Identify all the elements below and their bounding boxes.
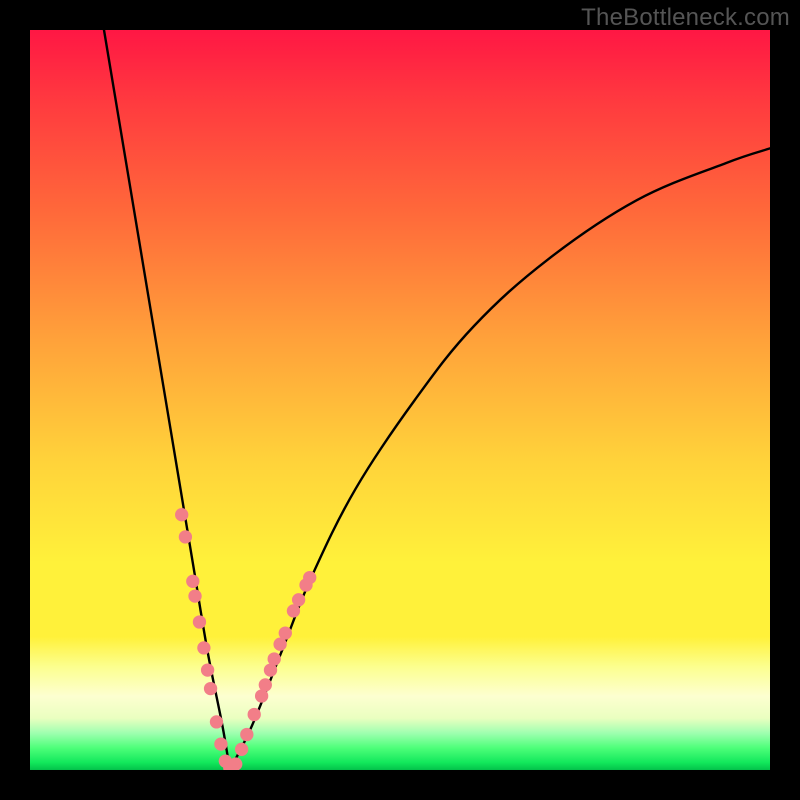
marker-dot [259, 678, 272, 691]
marker-dots [175, 508, 316, 770]
marker-dot [235, 743, 248, 756]
marker-dot [188, 589, 201, 602]
marker-dot [186, 575, 199, 588]
marker-dot [197, 641, 210, 654]
curve-right [230, 148, 770, 770]
curve-left [104, 30, 230, 770]
marker-dot [193, 615, 206, 628]
marker-dot [175, 508, 188, 521]
chart-svg [30, 30, 770, 770]
marker-dot [279, 626, 292, 639]
watermark-text: TheBottleneck.com [581, 4, 790, 32]
marker-dot [240, 728, 253, 741]
marker-dot [214, 737, 227, 750]
marker-dot [303, 571, 316, 584]
marker-dot [201, 663, 214, 676]
marker-dot [292, 593, 305, 606]
marker-dot [204, 682, 217, 695]
marker-dot [179, 530, 192, 543]
plot-area [30, 30, 770, 770]
marker-dot [268, 652, 281, 665]
marker-dot [248, 708, 261, 721]
marker-dot [210, 715, 223, 728]
chart-frame: TheBottleneck.com [0, 0, 800, 800]
